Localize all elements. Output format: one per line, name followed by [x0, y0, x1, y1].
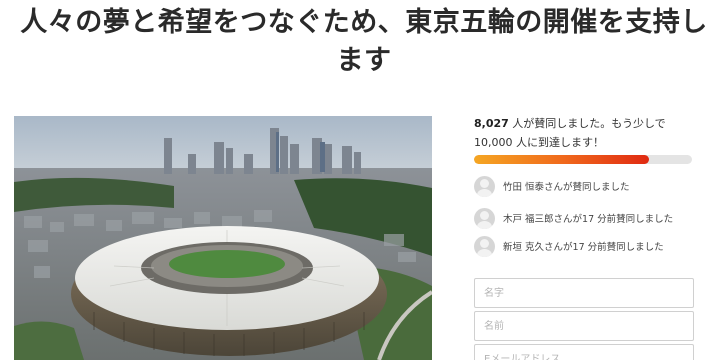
signer-action: さんが17 分前賛同しました: [544, 242, 664, 253]
recent-signer: 竹田 恒泰さんが賛同しました: [474, 174, 630, 198]
stadium-photo: [14, 116, 432, 360]
signer-name: 木戸 福三郎: [503, 214, 554, 225]
petition-title: 人々の夢と希望をつなぐため、東京五輪の開催を支持します: [20, 7, 708, 76]
petition-progress-summary: 8,027 人が賛同しました。もう少しで 10,000 人に到達します！: [474, 114, 694, 152]
first-name-field[interactable]: [474, 311, 694, 341]
recent-signer: 新垣 克久さんが17 分前賛同しました: [474, 234, 664, 258]
signature-count-suffix: 人が賛同しました。もう少しで: [508, 117, 666, 130]
signature-progress-bar: [474, 155, 692, 164]
default-user-avatar-icon: [474, 207, 495, 229]
signature-goal: 10,000 人に到達します！: [474, 136, 604, 149]
signer-name: 竹田 恒泰: [503, 182, 545, 193]
signature-count: 8,027: [474, 117, 509, 130]
email-field[interactable]: [474, 344, 694, 360]
default-user-avatar-icon: [474, 235, 495, 257]
signer-action: さんが賛同しました: [544, 182, 630, 193]
signature-count-line: 8,027 人が賛同しました。もう少しで: [474, 114, 694, 133]
signer-name: 新垣 克久: [503, 242, 545, 253]
signature-progress-fill: [474, 155, 649, 164]
recent-signer: 木戸 福三郎さんが17 分前賛同しました: [474, 206, 673, 230]
signer-action: さんが17 分前賛同しました: [553, 214, 674, 225]
default-user-avatar-icon: [474, 175, 495, 197]
last-name-field[interactable]: [474, 278, 694, 308]
